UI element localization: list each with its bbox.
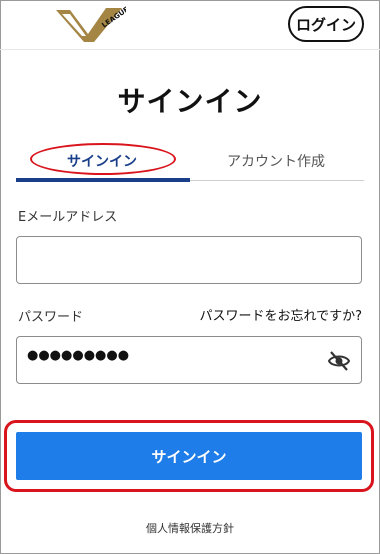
tab-signin-label: サインイン bbox=[67, 154, 137, 170]
active-tab-indicator bbox=[16, 178, 190, 182]
tab-divider bbox=[190, 180, 364, 181]
password-field[interactable]: ●●●●●●●●● bbox=[16, 336, 362, 384]
page-title: サインイン bbox=[117, 85, 263, 118]
tab-create-account-label: アカウント作成 bbox=[227, 154, 325, 170]
tab-signin[interactable]: サインイン bbox=[16, 143, 188, 179]
email-field[interactable] bbox=[16, 236, 362, 284]
password-value: ●●●●●●●●● bbox=[27, 348, 130, 363]
password-label: パスワード bbox=[18, 310, 84, 325]
forgot-password-link[interactable]: パスワードをお忘れですか? bbox=[199, 305, 362, 324]
league-logo[interactable]: LEAGUE bbox=[56, 4, 126, 42]
login-button[interactable]: ログイン bbox=[288, 6, 364, 42]
tab-create-account[interactable]: アカウント作成 bbox=[190, 143, 362, 179]
privacy-policy-link[interactable]: 個人情報保護方針 bbox=[0, 520, 380, 536]
eye-slash-icon[interactable] bbox=[327, 349, 351, 373]
signin-button[interactable]: サインイン bbox=[16, 432, 362, 480]
header-divider bbox=[0, 49, 380, 50]
header: LEAGUE ログイン bbox=[0, 0, 380, 50]
email-label: Eメールアドレス bbox=[18, 210, 118, 225]
